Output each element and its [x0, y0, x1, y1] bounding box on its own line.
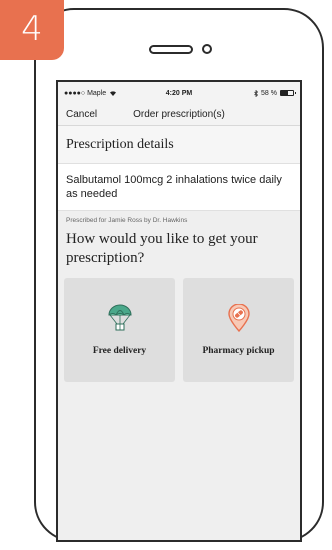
- status-carrier-group: ●●●●○ Maple: [64, 90, 117, 97]
- status-battery-group: 58 %: [254, 89, 296, 97]
- location-pin-pill-icon: [227, 304, 250, 332]
- free-delivery-option[interactable]: Free delivery: [64, 278, 175, 382]
- battery-icon: [280, 90, 296, 96]
- pharmacy-pickup-label: Pharmacy pickup: [202, 346, 275, 356]
- free-delivery-label: Free delivery: [92, 346, 147, 356]
- prescription-details-card: Salbutamol 100mcg 2 inhalations twice da…: [58, 164, 300, 211]
- status-bar: ●●●●○ Maple 4:20 PM 58 %: [58, 82, 300, 104]
- pharmacy-pickup-option[interactable]: Pharmacy pickup: [183, 278, 294, 382]
- fulfillment-options: Free delivery Pharmacy pickup: [58, 268, 300, 382]
- step-number-badge: 4: [0, 0, 64, 60]
- phone-speaker: [149, 45, 193, 54]
- nav-bar: Cancel Order prescription(s): [58, 104, 300, 126]
- delivery-parachute-icon: [107, 304, 132, 331]
- wifi-icon: [110, 91, 117, 96]
- battery-percent: 58 %: [261, 89, 277, 97]
- bluetooth-icon: [254, 89, 259, 97]
- delivery-question: How would you like to get your prescript…: [66, 231, 258, 266]
- phone-camera: [202, 44, 212, 54]
- prescription-details-heading: Prescription details: [58, 126, 300, 164]
- phone-screen: ●●●●○ Maple 4:20 PM 58 % Cancel Order pr…: [56, 80, 302, 542]
- cancel-button[interactable]: Cancel: [66, 109, 97, 120]
- phone-frame: ●●●●○ Maple 4:20 PM 58 % Cancel Order pr…: [34, 8, 324, 542]
- prescribed-for-note: Prescribed for Jamie Ross by Dr. Hawkins: [66, 217, 188, 224]
- carrier-label: ●●●●○ Maple: [64, 89, 107, 97]
